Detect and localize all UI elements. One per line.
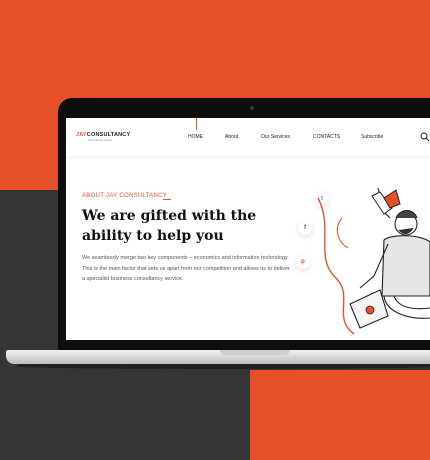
laptop-camera <box>250 106 254 110</box>
nav-active-indicator <box>196 118 197 130</box>
hero-body-text: We seamlessly merge two key components –… <box>82 255 290 282</box>
laptop-screen: JAYCONSULTANCY your business partner HOM… <box>66 118 430 340</box>
hero-headline: We are gifted with the ability to help y… <box>82 206 282 246</box>
search-icon[interactable] <box>420 132 430 142</box>
logo-part2: CONSULTANCY <box>86 132 131 138</box>
nav-item-subscribe[interactable]: Subscribe <box>361 134 383 140</box>
nav-item-about[interactable]: About <box>225 134 238 140</box>
eyebrow-underline <box>163 199 171 200</box>
facebook-icon[interactable]: f <box>298 221 312 235</box>
hero-headline-line2: ability to help you <box>82 228 224 244</box>
navbar: JAYCONSULTANCY your business partner HOM… <box>66 118 430 156</box>
laptop-notch <box>220 350 290 355</box>
background-orange-corner <box>250 370 430 460</box>
hero-eyebrow: ABOUT JAY CONSULTANCY <box>82 193 168 199</box>
nav-item-services[interactable]: Our Services <box>261 134 290 140</box>
nav-item-contacts[interactable]: CONTACTS <box>313 134 340 140</box>
logo-tagline: your business partner <box>88 139 113 142</box>
nav-item-home[interactable]: HOME <box>188 134 203 140</box>
laptop-shadow <box>18 364 430 369</box>
logo[interactable]: JAYCONSULTANCY <box>76 132 130 138</box>
person-illustration <box>317 187 430 335</box>
pinterest-icon[interactable]: p <box>296 255 310 269</box>
logo-part1: JAY <box>76 132 87 138</box>
hero-headline-line1: We are gifted with the <box>82 208 257 224</box>
laptop-base <box>6 350 430 364</box>
